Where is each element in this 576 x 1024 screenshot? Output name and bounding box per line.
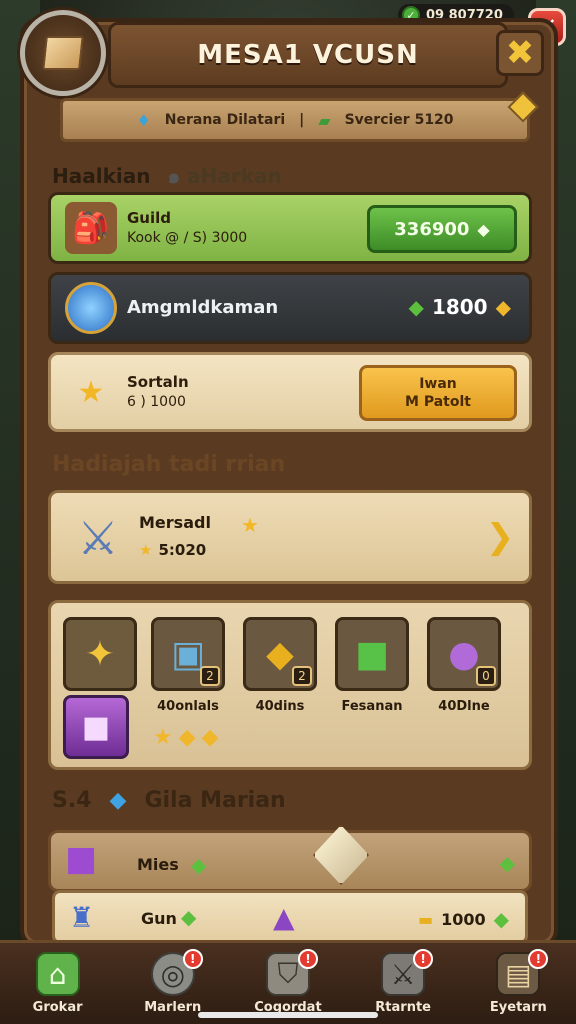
orb-price[interactable]: ◆ 1800 ◆: [409, 295, 511, 319]
star-icon: ★: [139, 541, 153, 559]
gold-star-icon: ✦: [84, 633, 116, 675]
bottom-item-row[interactable]: ■ Mies ◆ ◆: [48, 825, 532, 892]
tile-badge: 2: [200, 666, 220, 686]
tile-label: 40Dlne: [438, 699, 490, 714]
nav-item-grokar[interactable]: ⌂ Grokar: [10, 945, 106, 1023]
gold-bar-icon: ▬: [417, 909, 434, 929]
ribbon-separator: |: [299, 112, 305, 128]
guild-name: Guild: [127, 209, 172, 227]
nav-item-rtarnte[interactable]: ⚔ Rtarnte !: [355, 945, 451, 1023]
grid-tile[interactable]: ● 0: [427, 617, 501, 691]
nav-item-marlern[interactable]: ◎ Marlern !: [125, 945, 221, 1023]
chevron-right-icon[interactable]: ❯: [483, 517, 517, 557]
green-gem-icon: ◆: [408, 295, 424, 319]
section1-title: Haalkian ๑ aHarkan: [52, 164, 282, 188]
bottom-item-name: Mies: [137, 855, 179, 874]
nav-item-cogordat[interactable]: ⛉ Cogordat !: [240, 945, 336, 1023]
backpack-icon: 🎒: [65, 202, 117, 254]
hero-armor-icon: ⚔: [77, 511, 119, 565]
tile-badge: 2: [292, 666, 312, 686]
orb-item-row[interactable]: Amgmldkaman ◆ 1800 ◆: [48, 272, 532, 344]
cash-icon: ▰: [318, 110, 331, 130]
lamp-icon: ♜: [69, 901, 95, 934]
nav-item-eyetarn[interactable]: ▤ Eyetarn !: [470, 945, 566, 1023]
book-emblem-icon: [20, 10, 106, 96]
chest-name: Sortaln: [127, 373, 189, 391]
page-title: MESA1 VCUSN: [197, 40, 419, 70]
gold-chest-icon: ◆: [266, 633, 294, 675]
grid-tile[interactable]: ✦: [63, 617, 137, 691]
tile-label: 40dins: [255, 699, 305, 714]
purple-box-icon: ■: [65, 839, 98, 879]
chest-buy-button[interactable]: Iwan M Patolt: [359, 365, 517, 421]
tile-badge: 0: [476, 666, 496, 686]
header-bar: MESA1 VCUSN: [108, 22, 508, 88]
green-gem-icon: ◆: [181, 905, 197, 929]
grid-tile[interactable]: ▣ 2: [151, 617, 225, 691]
bottom-item2-name: Gun: [141, 909, 177, 928]
ribbon-right: Svercier 5120: [344, 112, 454, 128]
ribbon-left: Nerana Dilatari: [164, 112, 286, 128]
tile-label: Fesanan: [341, 699, 403, 714]
guild-buy-button[interactable]: 336900 ◆: [367, 205, 517, 253]
chest-item-row[interactable]: ★ Sortaln 6 ) 1000 Iwan M Patolt: [48, 352, 532, 432]
gold-gem-icon: ◆: [495, 295, 511, 319]
reward-row[interactable]: ⚔ Mersadl ★ ★ 5:020 ❯: [48, 490, 532, 584]
green-gem-icon: ◆: [191, 853, 207, 877]
section2-title: Hadiajah tadi rrian: [52, 452, 286, 477]
swirl-icon: ๑: [167, 164, 181, 188]
orb-name: Amgmldkaman: [127, 297, 279, 318]
green-gem-icon: ◆: [493, 907, 509, 931]
info-ribbon: ♦ Nerana Dilatari | ▰ Svercier 5120: [60, 98, 530, 142]
purple-cube-icon[interactable]: ■: [63, 695, 129, 759]
purple-hat-icon: ▲: [273, 901, 295, 934]
green-gem-icon: ◆: [477, 219, 490, 239]
star-chest-icon: ★: [77, 374, 105, 410]
notification-badge: !: [182, 948, 203, 969]
chest-desc: 6 ) 1000: [127, 394, 186, 410]
home-indicator[interactable]: [198, 1012, 378, 1018]
purple-bag-icon: ●: [448, 633, 480, 675]
blue-orb-icon: [65, 282, 117, 334]
reward-name: Mersadl: [139, 513, 211, 532]
blue-crystal-icon: ♦: [136, 110, 151, 130]
crystal-icon: [313, 825, 369, 885]
bottom-item2-price[interactable]: ▬ 1000 ◆: [418, 907, 509, 931]
notification-badge: !: [297, 948, 318, 969]
notification-badge: !: [413, 948, 434, 969]
reward-grid: ✦ ▣ 2 ◆ 2 ■ ● 0 40onlals 40dins Fesanan …: [48, 600, 532, 770]
notification-badge: !: [528, 948, 549, 969]
grid-tile[interactable]: ■: [335, 617, 409, 691]
reward-value-row: ★ 5:020: [139, 541, 207, 559]
green-gem-icon: ◆: [499, 851, 515, 875]
star-rating-icons: ★◆◆: [153, 725, 225, 750]
grid-tile[interactable]: ◆ 2: [243, 617, 317, 691]
guild-desc: Kook @ / S) 3000: [127, 230, 248, 246]
star-icon: ★: [241, 513, 259, 537]
tile-label: 40onlals: [157, 699, 219, 714]
guild-item-row[interactable]: 🎒 Guild Kook @ / S) 3000 336900 ◆: [48, 192, 532, 264]
blue-crystal-icon: ◆: [109, 788, 127, 813]
green-box-icon: ■: [354, 633, 389, 675]
section3-title: S.4 ◆ Gila Marian: [52, 788, 286, 813]
bottom-item-row-2[interactable]: ♜ Gun ◆ ▲ ▬ 1000 ◆: [52, 890, 528, 944]
close-x-icon[interactable]: ✖: [496, 30, 544, 76]
home-icon: ⌂: [35, 952, 80, 996]
